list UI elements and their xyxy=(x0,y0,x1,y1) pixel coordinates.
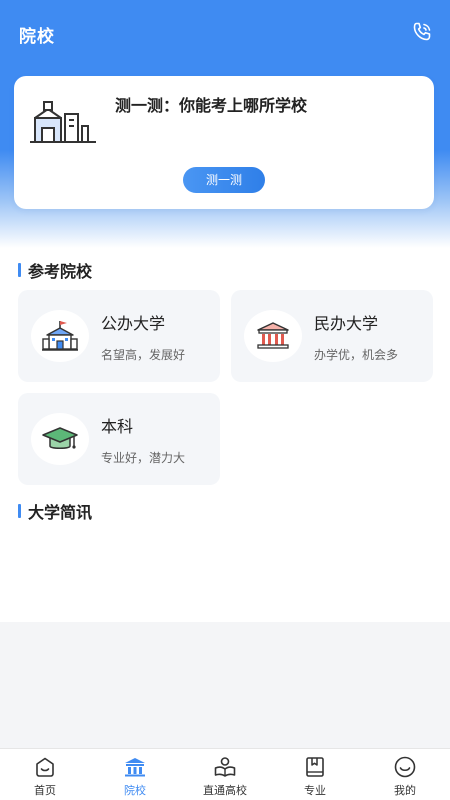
quiz-start-button[interactable]: 测一测 xyxy=(183,167,265,193)
profile-icon xyxy=(394,756,416,778)
category-desc: 专业好，潜力大 xyxy=(101,451,186,465)
tab-label: 直通高校 xyxy=(203,784,247,797)
book-icon xyxy=(306,757,324,777)
category-card-private[interactable]: 民办大学 办学优，机会多 xyxy=(231,290,433,382)
tab-label: 首页 xyxy=(34,784,56,797)
home-icon xyxy=(36,757,54,777)
tab-home[interactable]: 首页 xyxy=(0,749,90,800)
tab-profile[interactable]: 我的 xyxy=(360,749,450,800)
screen: 院校 测一测：你能考上哪所学校 测一测 参考院校 公办大学 名望高，发展好 民办… xyxy=(0,0,450,800)
page-title: 院校 xyxy=(19,27,55,47)
tab-label: 我的 xyxy=(394,784,416,797)
content-panel: 参考院校 公办大学 名望高，发展好 民办大学 办学优，机会多 本科 专业好，潜力… xyxy=(0,248,450,622)
tab-label: 专业 xyxy=(304,784,326,797)
section-accent-bar xyxy=(18,263,21,277)
category-icon-circle xyxy=(244,310,302,362)
direct-university-icon xyxy=(214,757,236,777)
category-desc: 办学优，机会多 xyxy=(314,348,399,362)
reference-section-title: 参考院校 xyxy=(28,262,93,281)
news-section-header: 大学简讯 xyxy=(18,501,93,522)
tab-label: 院校 xyxy=(124,784,146,797)
category-name: 公办大学 xyxy=(101,314,166,333)
private-university-icon xyxy=(257,322,289,349)
category-card-public[interactable]: 公办大学 名望高，发展好 xyxy=(18,290,220,382)
category-card-undergraduate[interactable]: 本科 专业好，潜力大 xyxy=(18,393,220,485)
tab-majors[interactable]: 专业 xyxy=(270,749,360,800)
category-icon-circle xyxy=(31,310,89,362)
quiz-card[interactable]: 测一测：你能考上哪所学校 测一测 xyxy=(14,76,434,209)
school-icon xyxy=(125,758,145,777)
category-name: 本科 xyxy=(101,417,134,436)
public-university-icon xyxy=(42,321,78,351)
school-building-illustration xyxy=(30,101,96,143)
tab-direct-university[interactable]: 直通高校 xyxy=(180,749,270,800)
category-desc: 名望高，发展好 xyxy=(101,348,186,362)
section-accent-bar xyxy=(18,504,21,518)
phone-icon[interactable] xyxy=(410,20,434,44)
tab-schools[interactable]: 院校 xyxy=(90,749,180,800)
news-section-title: 大学简讯 xyxy=(28,503,93,522)
reference-section-header: 参考院校 xyxy=(18,260,93,281)
category-name: 民办大学 xyxy=(314,314,379,333)
category-icon-circle xyxy=(31,413,89,465)
graduation-cap-icon xyxy=(42,427,78,449)
quiz-title: 测一测：你能考上哪所学校 xyxy=(115,96,308,115)
bottom-tab-bar: 首页 院校 直通高校 专业 我的 xyxy=(0,748,450,800)
